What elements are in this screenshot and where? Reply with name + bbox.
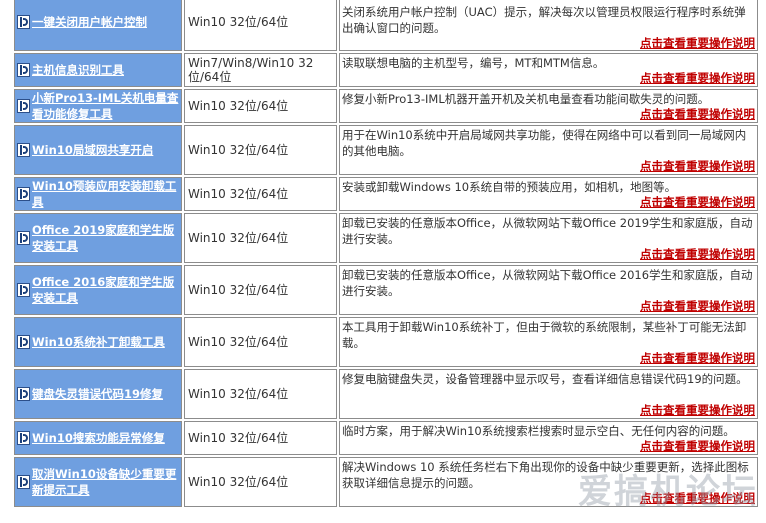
os-cell: Win10 32位/64位 <box>184 457 337 507</box>
table-row: 主机信息识别工具 Win7/Win8/Win10 32位/64位 读取联想电脑的… <box>14 53 758 87</box>
tool-app-icon <box>17 231 30 245</box>
tool-link-search-fix[interactable]: Win10搜索功能异常修复 <box>32 430 165 446</box>
desc-text: 关闭系统用户帐户控制（UAC）提示，解决每次以管理员权限运行程序时系统弹出确认窗… <box>342 5 746 35</box>
tool-link-preinstalled-apps[interactable]: Win10预装应用安装卸载工具 <box>32 178 179 210</box>
desc-text: 解决Windows 10 系统任务栏右下角出现你的设备中缺少重要更新，选择此图标… <box>342 460 749 490</box>
desc-text: 卸载已安装的任意版本Office，从微软网站下载Office 2019学生和家庭… <box>342 216 753 246</box>
tool-app-icon <box>17 187 30 201</box>
table-row: 小新Pro13-IML关机电量查看功能修复工具 Win10 32位/64位 修复… <box>14 89 758 123</box>
desc-cell: 修复小新Pro13-IML机器开盖开机及关机电量查看功能间歇失灵的问题。 点击查看… <box>339 89 758 123</box>
tool-link-host-info[interactable]: 主机信息识别工具 <box>32 62 124 78</box>
more-link[interactable]: 点击查看重要操作说明 <box>342 36 755 50</box>
table-row: Office 2016家庭和学生版安装工具 Win10 32位/64位 卸载已安… <box>14 265 758 315</box>
table-row: 取消Win10设备缺少重要更新提示工具 Win10 32位/64位 解决Wind… <box>14 457 758 507</box>
os-cell: Win10 32位/64位 <box>184 213 337 263</box>
desc-cell: 卸载已安装的任意版本Office，从微软网站下载Office 2019学生和家庭… <box>339 213 758 263</box>
os-cell: Win10 32位/64位 <box>184 317 337 367</box>
tool-link-keyboard-code19[interactable]: 键盘失灵错误代码19修复 <box>32 386 163 402</box>
os-cell: Win10 32位/64位 <box>184 89 337 123</box>
more-link[interactable]: 点击查看重要操作说明 <box>342 247 755 261</box>
tool-name-cell: 取消Win10设备缺少重要更新提示工具 <box>14 457 182 507</box>
desc-text: 本工具用于卸载Win10系统补丁，但由于微软的系统限制，某些补丁可能无法卸载。 <box>342 320 747 350</box>
os-cell: Win10 32位/64位 <box>184 369 337 419</box>
table-row: 一键关闭用户帐户控制 Win10 32位/64位 关闭系统用户帐户控制（UAC）… <box>14 0 758 51</box>
more-link[interactable]: 点击查看重要操作说明 <box>342 299 755 313</box>
tool-name-cell: Win10局域网共享开启 <box>14 125 182 175</box>
desc-cell: 读取联想电脑的主机型号，编号，MT和MTM信息。 点击查看重要操作说明 <box>339 53 758 87</box>
desc-text: 用于在Win10系统中开启局域网共享功能，使得在网络中可以看到同一局域网内的其他… <box>342 128 747 158</box>
os-cell: Win10 32位/64位 <box>184 0 337 51</box>
more-link[interactable]: 点击查看重要操作说明 <box>342 195 755 209</box>
tool-app-icon <box>17 431 30 445</box>
table-row: Win10搜索功能异常修复 Win10 32位/64位 临时方案，用于解决Win… <box>14 421 758 455</box>
os-cell: Win10 32位/64位 <box>184 125 337 175</box>
tool-link-update-notice[interactable]: 取消Win10设备缺少重要更新提示工具 <box>32 466 179 498</box>
tool-app-icon <box>17 15 30 29</box>
tool-name-cell: 小新Pro13-IML关机电量查看功能修复工具 <box>14 89 182 123</box>
tool-link-lan-share[interactable]: Win10局域网共享开启 <box>32 142 153 158</box>
more-link[interactable]: 点击查看重要操作说明 <box>342 439 755 453</box>
more-link[interactable]: 点击查看重要操作说明 <box>342 491 755 505</box>
table-row: Win10系统补丁卸载工具 Win10 32位/64位 本工具用于卸载Win10… <box>14 317 758 367</box>
table-row: Win10预装应用安装卸载工具 Win10 32位/64位 安装或卸载Windo… <box>14 177 758 211</box>
more-link[interactable]: 点击查看重要操作说明 <box>342 159 755 173</box>
tool-app-icon <box>17 143 30 157</box>
table-row: Office 2019家庭和学生版安装工具 Win10 32位/64位 卸载已安… <box>14 213 758 263</box>
tool-link-patch-uninstall[interactable]: Win10系统补丁卸载工具 <box>32 334 165 350</box>
tool-name-cell: Win10搜索功能异常修复 <box>14 421 182 455</box>
desc-cell: 本工具用于卸载Win10系统补丁，但由于微软的系统限制，某些补丁可能无法卸载。点… <box>339 317 758 367</box>
desc-cell: 关闭系统用户帐户控制（UAC）提示，解决每次以管理员权限运行程序时系统弹出确认窗… <box>339 0 758 51</box>
os-cell: Win10 32位/64位 <box>184 421 337 455</box>
desc-cell: 卸载已安装的任意版本Office，从微软网站下载Office 2016学生和家庭… <box>339 265 758 315</box>
desc-text: 卸载已安装的任意版本Office，从微软网站下载Office 2016学生和家庭… <box>342 268 753 298</box>
tool-app-icon <box>17 99 30 113</box>
tool-link-office-2016[interactable]: Office 2016家庭和学生版安装工具 <box>32 274 179 306</box>
tools-table: 一键关闭用户帐户控制 Win10 32位/64位 关闭系统用户帐户控制（UAC）… <box>12 0 760 509</box>
more-link[interactable]: 点击查看重要操作说明 <box>342 351 755 365</box>
more-link[interactable]: 点击查看重要操作说明 <box>342 71 755 85</box>
os-cell: Win10 32位/64位 <box>184 265 337 315</box>
tool-app-icon <box>17 63 30 77</box>
table-row: 键盘失灵错误代码19修复 Win10 32位/64位 修复电脑键盘失灵，设备管理… <box>14 369 758 419</box>
desc-text: 临时方案，用于解决Win10系统搜索栏搜索时显示空白、无任何内容的问题。 <box>342 424 735 438</box>
tool-app-icon <box>17 283 30 297</box>
os-cell: Win7/Win8/Win10 32位/64位 <box>184 53 337 87</box>
more-link[interactable]: 点击查看重要操作说明 <box>342 403 755 417</box>
tool-app-icon <box>17 387 30 401</box>
desc-text: 读取联想电脑的主机型号，编号，MT和MTM信息。 <box>342 56 605 70</box>
tool-app-icon <box>17 475 30 489</box>
tool-link-uac[interactable]: 一键关闭用户帐户控制 <box>32 14 147 30</box>
tool-name-cell: Win10系统补丁卸载工具 <box>14 317 182 367</box>
more-link[interactable]: 点击查看重要操作说明 <box>342 107 755 121</box>
os-cell: Win10 32位/64位 <box>184 177 337 211</box>
tool-name-cell: 主机信息识别工具 <box>14 53 182 87</box>
desc-cell: 临时方案，用于解决Win10系统搜索栏搜索时显示空白、无任何内容的问题。 点击查看… <box>339 421 758 455</box>
tool-name-cell: Office 2019家庭和学生版安装工具 <box>14 213 182 263</box>
desc-cell: 用于在Win10系统中开启局域网共享功能，使得在网络中可以看到同一局域网内的其他… <box>339 125 758 175</box>
tool-name-cell: 键盘失灵错误代码19修复 <box>14 369 182 419</box>
desc-text: 安装或卸载Windows 10系统自带的预装应用，如相机，地图等。 <box>342 180 677 194</box>
desc-cell: 安装或卸载Windows 10系统自带的预装应用，如相机，地图等。 点击查看重要操… <box>339 177 758 211</box>
desc-cell: 解决Windows 10 系统任务栏右下角出现你的设备中缺少重要更新，选择此图标… <box>339 457 758 507</box>
tool-app-icon <box>17 335 30 349</box>
table-row: Win10局域网共享开启 Win10 32位/64位 用于在Win10系统中开启… <box>14 125 758 175</box>
desc-text: 修复电脑键盘失灵，设备管理器中显示叹号，查看详细信息错误代码19的问题。 <box>342 372 748 386</box>
tool-name-cell: Win10预装应用安装卸载工具 <box>14 177 182 211</box>
desc-text: 修复小新Pro13-IML机器开盖开机及关机电量查看功能间歇失灵的问题。 <box>342 92 710 106</box>
tool-link-office-2019[interactable]: Office 2019家庭和学生版安装工具 <box>32 222 179 254</box>
tool-link-pro13-battery[interactable]: 小新Pro13-IML关机电量查看功能修复工具 <box>32 90 179 122</box>
desc-cell: 修复电脑键盘失灵，设备管理器中显示叹号，查看详细信息错误代码19的问题。 点击查看… <box>339 369 758 419</box>
tool-name-cell: 一键关闭用户帐户控制 <box>14 0 182 51</box>
tool-name-cell: Office 2016家庭和学生版安装工具 <box>14 265 182 315</box>
